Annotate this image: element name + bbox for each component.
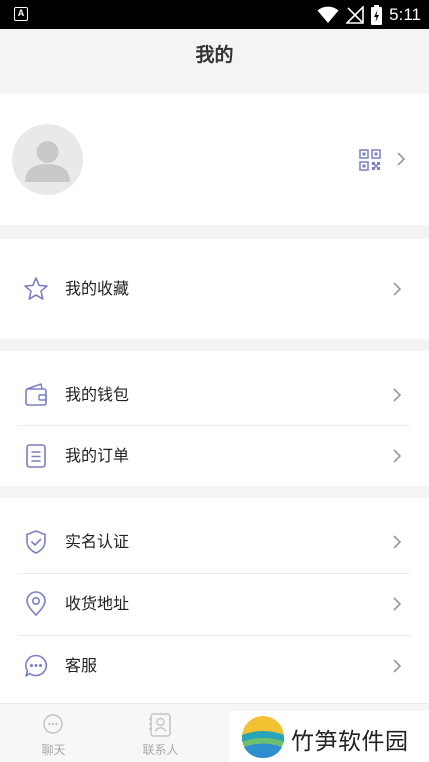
order-list-icon [26, 444, 46, 468]
menu-label-customer-service: 客服 [65, 656, 98, 675]
clock: 5:11 [389, 5, 421, 24]
chevron-right-icon [393, 597, 402, 611]
account-section: 实名认证 收货地址 客服 [0, 498, 429, 703]
chevron-right-icon [393, 659, 402, 673]
menu-item-wallet[interactable]: 我的钱包 [0, 365, 429, 426]
qr-code-icon[interactable] [359, 149, 381, 171]
finance-section: 我的钱包 我的订单 [0, 351, 429, 486]
no-signal-icon [346, 6, 364, 24]
chevron-right-icon [393, 388, 402, 402]
chat-bubble-icon [25, 654, 48, 677]
profile-card[interactable] [0, 94, 429, 225]
tab-chat[interactable]: 聊天 [0, 704, 107, 762]
default-avatar-icon [25, 141, 70, 182]
chevron-right-icon [393, 449, 402, 463]
page-title: 我的 [195, 44, 234, 66]
nav-bar: 我的 [0, 29, 429, 94]
app-notification-icon: A [14, 7, 28, 21]
menu-label-orders: 我的订单 [65, 446, 130, 465]
menu-item-favorites[interactable]: 我的收藏 [0, 259, 429, 320]
chat-icon [43, 714, 63, 734]
menu-label-address: 收货地址 [65, 594, 130, 613]
menu-label-verification: 实名认证 [65, 532, 130, 551]
contacts-icon [149, 713, 171, 737]
shield-check-icon [26, 530, 46, 554]
tab-label-chat: 聊天 [41, 743, 66, 757]
tab-contacts[interactable]: 联系人 [107, 704, 214, 762]
battery-charging-icon [371, 5, 383, 25]
avatar[interactable] [12, 124, 83, 195]
watermark-text: 竹笋软件园 [291, 729, 409, 755]
star-icon [24, 277, 48, 300]
menu-item-verification[interactable]: 实名认证 [0, 512, 429, 573]
tab-label-contacts: 联系人 [142, 743, 179, 757]
chevron-right-icon [397, 152, 406, 166]
watermark: 竹笋软件园 [229, 711, 429, 762]
wifi-icon [317, 6, 339, 23]
location-pin-icon [26, 591, 46, 616]
watermark-logo [242, 716, 284, 758]
status-icons: 5:11 [317, 4, 421, 26]
status-bar: A 5:11 [0, 0, 429, 29]
wallet-icon [25, 383, 47, 406]
menu-item-orders[interactable]: 我的订单 [0, 426, 429, 487]
chevron-right-icon [393, 282, 402, 296]
menu-item-customer-service[interactable]: 客服 [0, 636, 429, 697]
menu-item-address[interactable]: 收货地址 [0, 574, 429, 635]
chevron-right-icon [393, 535, 402, 549]
favorites-section: 我的收藏 [0, 239, 429, 339]
menu-label-favorites: 我的收藏 [65, 279, 130, 298]
menu-label-wallet: 我的钱包 [65, 385, 130, 404]
